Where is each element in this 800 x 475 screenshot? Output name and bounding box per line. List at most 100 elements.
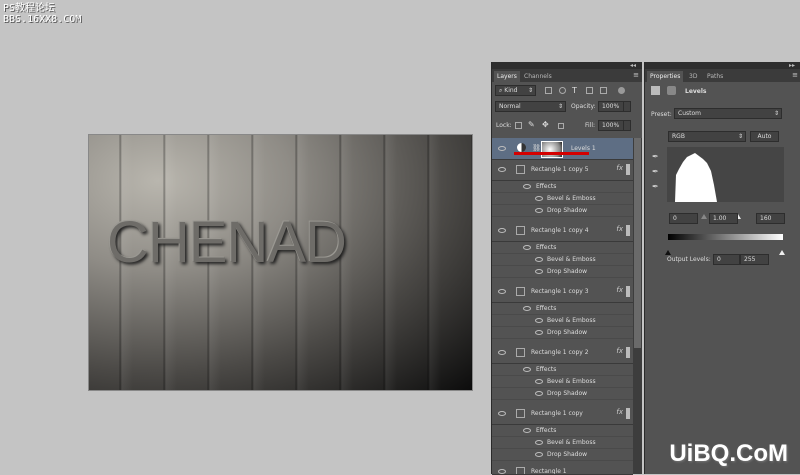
visibility-eye-icon[interactable] — [498, 228, 506, 233]
filter-pixel-icon[interactable] — [545, 87, 552, 94]
link-chain-icon[interactable]: ⛓ — [532, 144, 541, 152]
layer-rectangle-copy[interactable]: Rectangle 1 copy fx — [492, 403, 633, 425]
blend-mode-select[interactable]: Normal ⇕ — [495, 101, 566, 112]
lock-transparent-icon[interactable] — [515, 122, 522, 129]
updown-icon: ⇕ — [527, 87, 533, 94]
output-sliders[interactable] — [665, 240, 786, 255]
visibility-eye-icon[interactable] — [498, 146, 506, 151]
effect-shadow-row[interactable]: Drop Shadow — [492, 204, 633, 217]
layer-name: Levels 1 — [571, 145, 596, 152]
tab-properties[interactable]: Properties — [647, 71, 684, 82]
effect-shadow-row[interactable]: Drop Shadow — [492, 387, 633, 400]
tab-3d[interactable]: 3D — [686, 71, 700, 82]
watermark-line1: PS教程论坛 — [3, 3, 56, 14]
effect-eye-icon[interactable] — [535, 257, 543, 262]
effects-eye-icon[interactable] — [523, 184, 531, 189]
visibility-eye-icon[interactable] — [498, 469, 506, 474]
panel-menu-icon[interactable]: ≡ — [792, 71, 798, 79]
expand-effects-icon[interactable] — [626, 164, 630, 175]
effect-eye-icon[interactable] — [535, 269, 543, 274]
input-gamma-field[interactable]: 1.00 — [709, 213, 738, 224]
filter-type-icon[interactable]: T — [572, 86, 577, 95]
mask-icon[interactable] — [667, 86, 676, 95]
filter-smartobject-icon[interactable] — [600, 87, 607, 94]
input-black-field[interactable]: 0 — [669, 213, 698, 224]
effects-eye-icon[interactable] — [523, 367, 531, 372]
layer-rectangle-copy4[interactable]: Rectangle 1 copy 4 fx — [492, 220, 633, 242]
gray-point-eyedropper-icon[interactable]: ✒ — [652, 168, 660, 176]
filter-kind-select[interactable]: ⌕ Kind ⇕ — [495, 85, 536, 96]
expand-effects-icon[interactable] — [626, 225, 630, 236]
fx-icon[interactable]: fx — [616, 408, 623, 416]
layer-levels-1[interactable]: ⛓ Levels 1 — [492, 138, 633, 160]
fill-dropdown-icon[interactable] — [623, 120, 631, 131]
scrollbar-thumb[interactable] — [634, 138, 641, 348]
fx-icon[interactable]: fx — [616, 347, 623, 355]
preset-select[interactable]: Custom ⇕ — [674, 108, 782, 119]
white-output-slider[interactable] — [779, 250, 785, 255]
effect-eye-icon[interactable] — [535, 208, 543, 213]
effect-eye-icon[interactable] — [535, 318, 543, 323]
fx-icon[interactable]: fx — [616, 225, 623, 233]
visibility-eye-icon[interactable] — [498, 167, 506, 172]
effect-eye-icon[interactable] — [535, 379, 543, 384]
opacity-input[interactable]: 100% — [598, 101, 625, 112]
layers-panel-topbar: ◂◂ — [492, 62, 642, 69]
panel-menu-icon[interactable]: ≡ — [633, 71, 639, 79]
effect-shadow-row[interactable]: Drop Shadow — [492, 326, 633, 339]
auto-button[interactable]: Auto — [750, 131, 779, 142]
output-black-field[interactable]: 0 — [713, 254, 740, 265]
collapse-icon[interactable]: ▸▸ — [789, 62, 795, 69]
layer-rectangle-1[interactable]: Rectangle 1 — [492, 463, 633, 475]
collapse-icon[interactable]: ◂◂ — [630, 62, 636, 69]
filter-shape-icon[interactable] — [586, 87, 593, 94]
black-output-slider[interactable] — [665, 250, 671, 255]
effect-eye-icon[interactable] — [535, 391, 543, 396]
effects-eye-icon[interactable] — [523, 428, 531, 433]
properties-panel: ▸▸ Properties 3D Paths ≡ Levels Preset: … — [644, 62, 800, 474]
layer-rectangle-copy5[interactable]: Rectangle 1 copy 5 fx — [492, 159, 633, 181]
visibility-eye-icon[interactable] — [498, 289, 506, 294]
opacity-dropdown-icon[interactable] — [623, 101, 631, 112]
fx-icon[interactable]: fx — [616, 164, 623, 172]
layer-rectangle-copy3[interactable]: Rectangle 1 copy 3 fx — [492, 281, 633, 303]
effect-shadow-row[interactable]: Drop Shadow — [492, 448, 633, 461]
effects-eye-icon[interactable] — [523, 306, 531, 311]
layers-scrollbar[interactable] — [633, 138, 642, 474]
document-canvas[interactable]: CHENAD — [89, 135, 472, 390]
layers-tabbar: Layers Channels ≡ — [492, 69, 642, 82]
gamma-input-slider[interactable] — [701, 214, 707, 219]
white-point-eyedropper-icon[interactable]: ✒ — [652, 183, 660, 191]
visibility-eye-icon[interactable] — [498, 411, 506, 416]
fill-input[interactable]: 100% — [598, 120, 625, 131]
effect-eye-icon[interactable] — [535, 196, 543, 201]
layer-mask-thumbnail[interactable] — [541, 141, 563, 158]
filter-toggle-icon[interactable] — [618, 87, 625, 94]
tab-channels[interactable]: Channels — [521, 71, 555, 82]
channel-select[interactable]: RGB ⇕ — [668, 131, 746, 142]
effects-eye-icon[interactable] — [523, 245, 531, 250]
expand-effects-icon[interactable] — [626, 347, 630, 358]
input-white-field[interactable]: 160 — [756, 213, 785, 224]
shape-layer-icon — [516, 226, 525, 235]
input-sliders[interactable] — [667, 204, 784, 219]
watermark-top: PS教程论坛 BBS.16XX8.COM — [3, 3, 81, 25]
tab-paths[interactable]: Paths — [704, 71, 726, 82]
effect-eye-icon[interactable] — [535, 440, 543, 445]
layer-rectangle-copy2[interactable]: Rectangle 1 copy 2 fx — [492, 342, 633, 364]
effect-shadow-row[interactable]: Drop Shadow — [492, 265, 633, 278]
shape-layer-icon — [516, 348, 525, 357]
filter-adjustment-icon[interactable] — [559, 87, 566, 94]
tab-layers[interactable]: Layers — [494, 71, 520, 82]
lock-move-icon[interactable]: ✥ — [542, 120, 549, 129]
effect-eye-icon[interactable] — [535, 452, 543, 457]
fx-icon[interactable]: fx — [616, 286, 623, 294]
output-white-field[interactable]: 255 — [740, 254, 769, 265]
effect-eye-icon[interactable] — [535, 330, 543, 335]
lock-all-icon[interactable] — [558, 123, 564, 129]
black-point-eyedropper-icon[interactable]: ✒ — [652, 153, 660, 161]
expand-effects-icon[interactable] — [626, 286, 630, 297]
expand-effects-icon[interactable] — [626, 408, 630, 419]
lock-brush-icon[interactable]: ✎ — [528, 120, 535, 129]
visibility-eye-icon[interactable] — [498, 350, 506, 355]
